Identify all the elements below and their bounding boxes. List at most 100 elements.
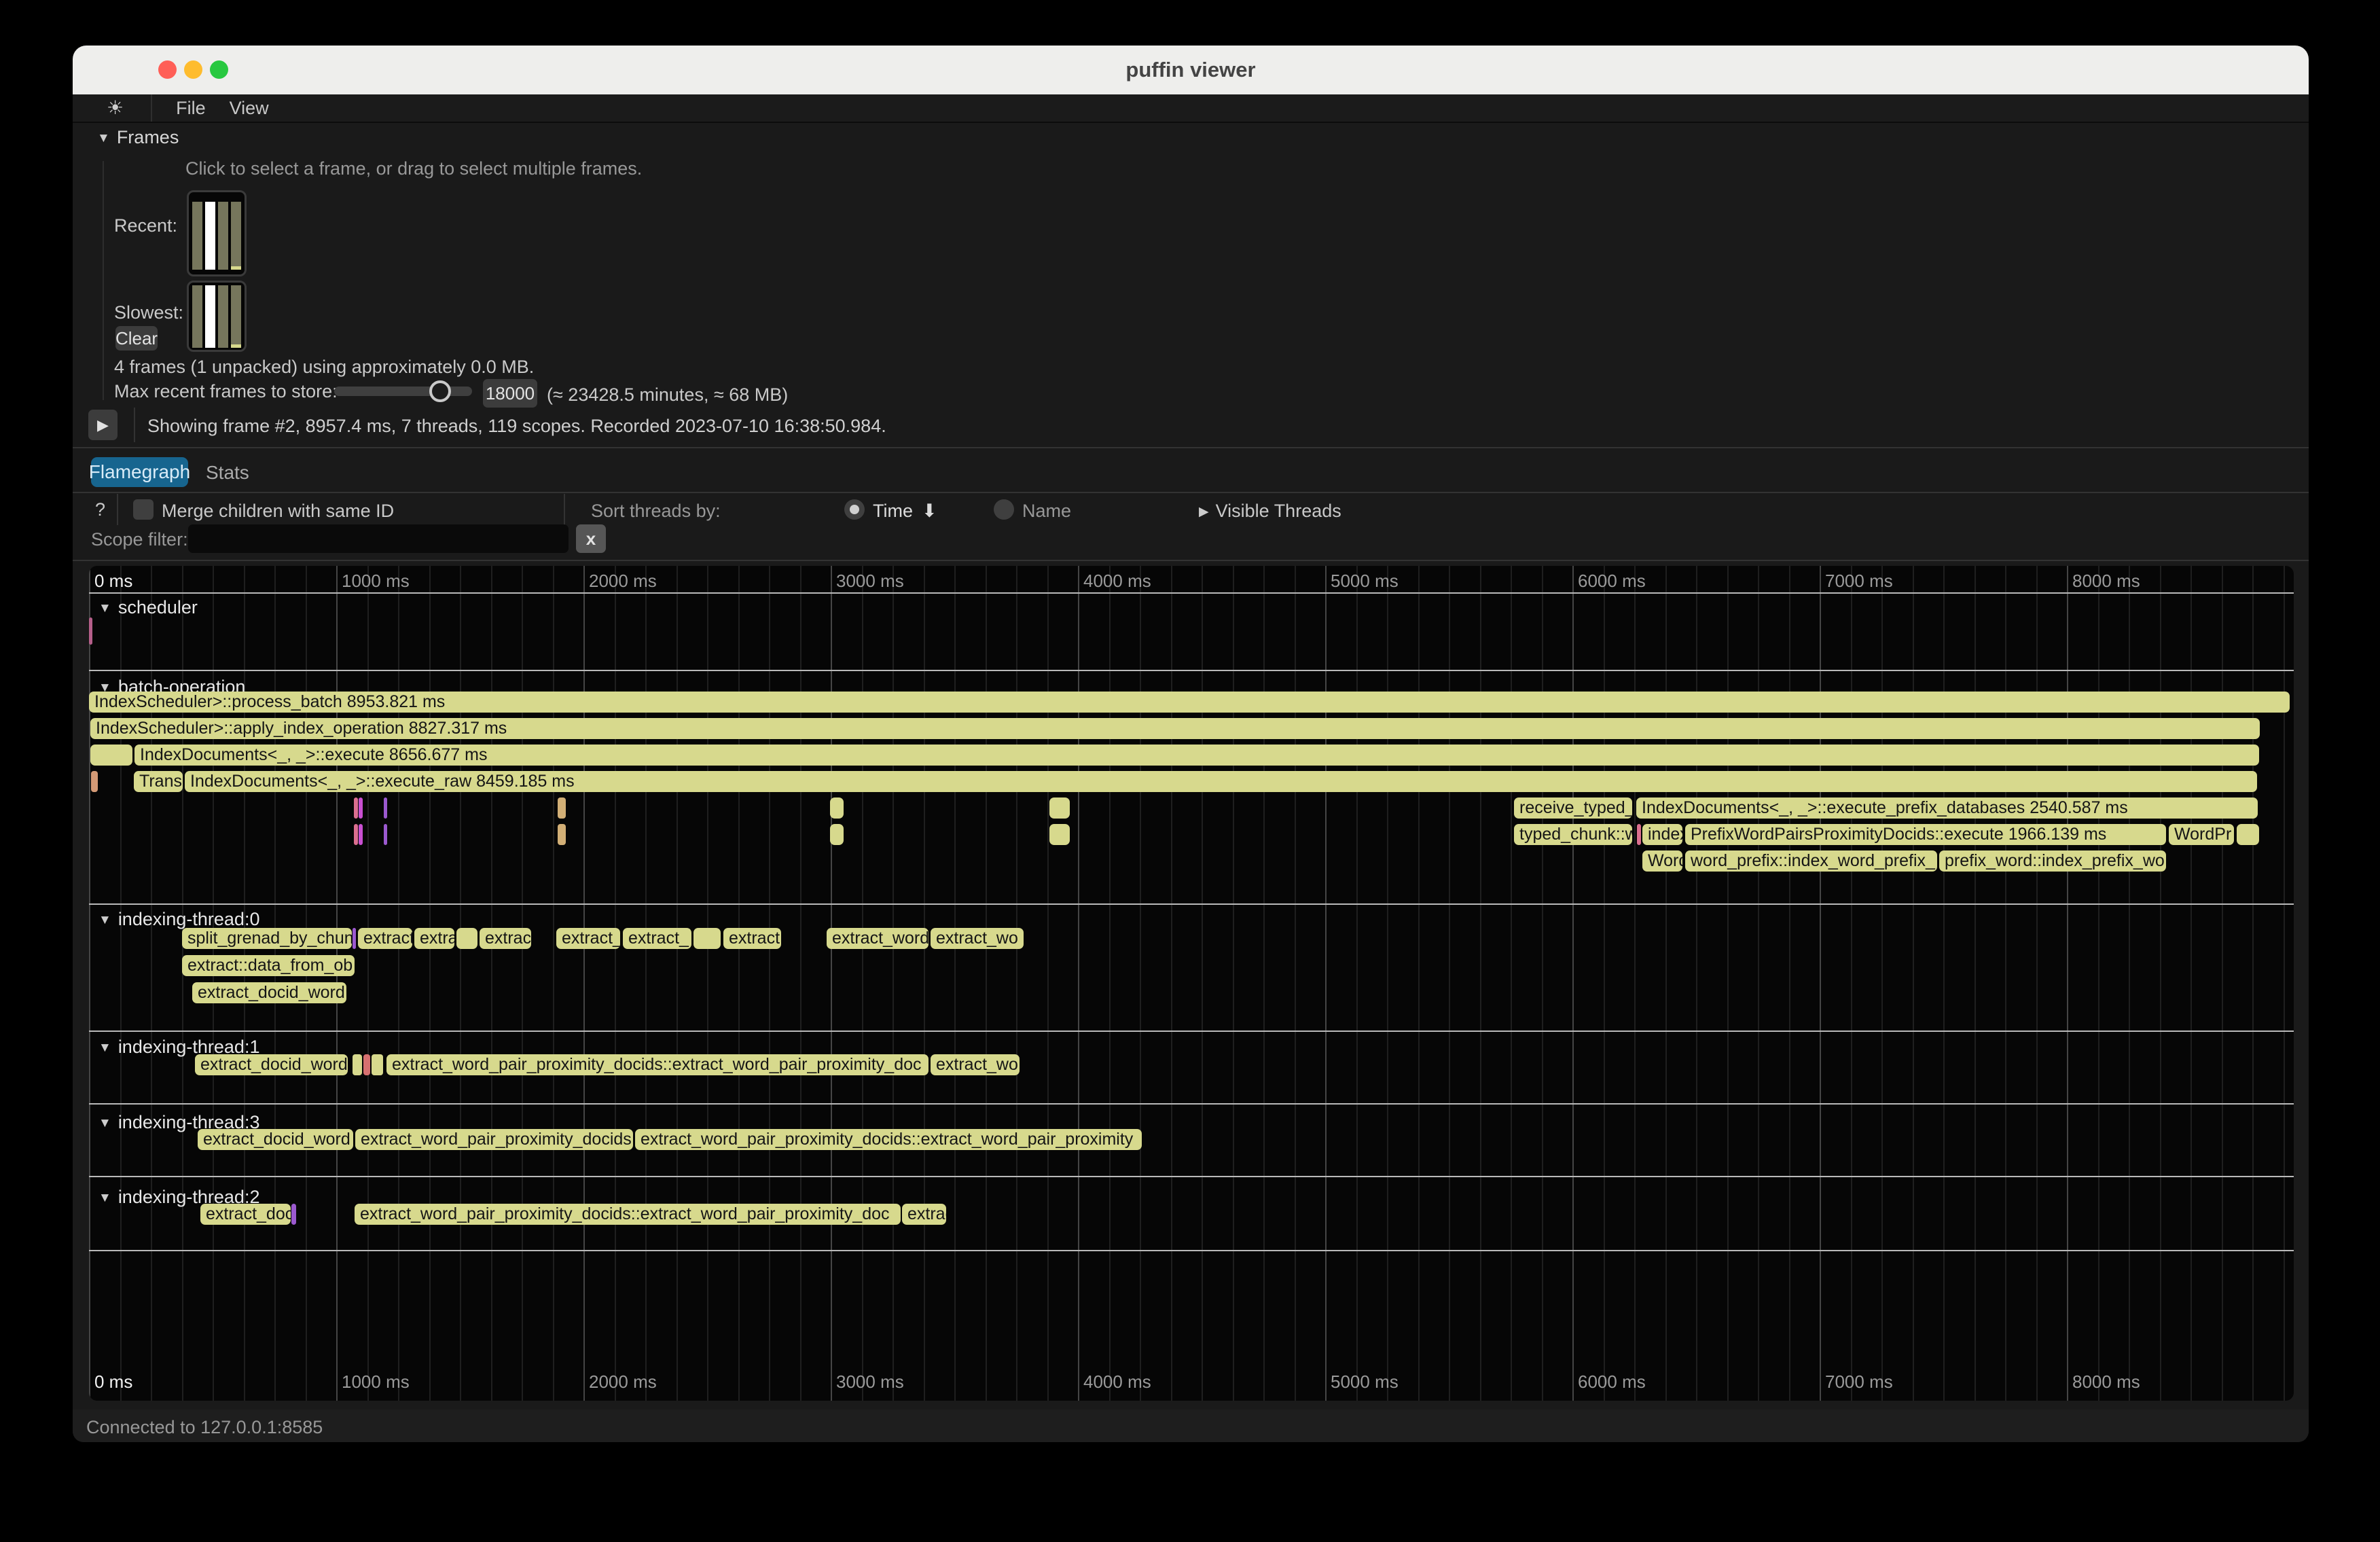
scope-bar[interactable] bbox=[384, 824, 387, 845]
thread-group-toggle-indexing-thread:0[interactable]: ▼indexing-thread:0 bbox=[98, 909, 259, 930]
sort-name-label[interactable]: Name bbox=[1022, 501, 1071, 522]
scope-bar[interactable]: extract bbox=[723, 928, 781, 949]
scope-bar[interactable] bbox=[291, 1204, 296, 1225]
scope-bar[interactable] bbox=[830, 824, 844, 845]
scope-bar[interactable]: extract bbox=[358, 928, 412, 949]
frames-collapsing-header[interactable]: ▼Frames bbox=[97, 127, 179, 148]
scope-bar[interactable]: extract_wo bbox=[931, 1054, 1020, 1075]
scope-bar[interactable] bbox=[830, 797, 844, 819]
scope-bar[interactable]: extract::data_from_ob bbox=[182, 955, 355, 976]
scope-bar[interactable]: Word bbox=[1642, 850, 1682, 872]
expanded-triangle-icon: ▼ bbox=[98, 913, 111, 927]
slowest-frames-thumbnail[interactable] bbox=[187, 281, 247, 352]
thread-group-separator bbox=[89, 1030, 2294, 1032]
expanded-triangle-icon: ▼ bbox=[98, 1191, 111, 1205]
scope-bar[interactable]: IndexDocuments<_, _>::execute_raw 8459.1… bbox=[185, 771, 2257, 792]
scope-bar[interactable]: extract_doc bbox=[200, 1204, 291, 1225]
scope-bar[interactable] bbox=[1049, 797, 1070, 819]
scope-bar[interactable] bbox=[1637, 824, 1641, 845]
scope-bar[interactable]: extract_word bbox=[827, 928, 928, 949]
scope-bar[interactable]: PrefixWordPairsProximityDocids::execute … bbox=[1685, 824, 2166, 845]
scope-bar[interactable]: word_prefix::index_word_prefix_ bbox=[1685, 850, 1937, 872]
scope-bar[interactable]: receive_typed_ bbox=[1514, 797, 1632, 819]
scope-bar[interactable]: extract_docid_word bbox=[192, 982, 346, 1003]
frames-hint: Click to select a frame, or drag to sele… bbox=[185, 158, 642, 179]
scope-bar[interactable] bbox=[384, 797, 387, 819]
scope-bar[interactable] bbox=[1049, 824, 1070, 845]
menu-view[interactable]: View bbox=[230, 98, 269, 119]
flamegraph-canvas[interactable]: 0 ms0 ms1000 ms1000 ms2000 ms2000 ms3000… bbox=[89, 566, 2294, 1401]
connection-status: Connected to 127.0.0.1:8585 bbox=[86, 1417, 323, 1438]
scope-bar[interactable]: WordPr bbox=[2169, 824, 2234, 845]
scope-bar[interactable] bbox=[353, 1054, 362, 1075]
scope-bar[interactable]: extract_word_pair_proximity_docids bbox=[355, 1129, 633, 1150]
visible-threads-header[interactable]: ▶Visible Threads bbox=[1199, 501, 1341, 522]
scope-bar[interactable]: extract_ bbox=[556, 928, 620, 949]
scope-bar[interactable]: split_grenad_by_chun bbox=[182, 928, 352, 949]
scope-bar[interactable]: index bbox=[1642, 824, 1682, 845]
axis-tick-label: 2000 ms bbox=[589, 1371, 657, 1393]
scope-bar[interactable] bbox=[363, 1054, 370, 1075]
scope-bar[interactable]: extract_word_pair_proximity_docids::extr… bbox=[386, 1054, 928, 1075]
scope-bar[interactable]: extra bbox=[414, 928, 454, 949]
scope-bar[interactable] bbox=[372, 1054, 383, 1075]
scope-bar[interactable]: prefix_word::index_prefix_wo bbox=[1939, 850, 2166, 872]
scope-bar[interactable] bbox=[89, 617, 92, 645]
scope-bar[interactable] bbox=[693, 928, 721, 949]
scope-bar[interactable] bbox=[354, 797, 358, 819]
sort-time-label[interactable]: Time bbox=[873, 501, 913, 522]
clear-filter-button[interactable]: x bbox=[576, 524, 606, 553]
max-frames-value[interactable]: 18000 bbox=[483, 379, 537, 408]
axis-tick-label: 0 ms bbox=[94, 1371, 132, 1393]
scope-bar[interactable] bbox=[558, 797, 566, 819]
scope-bar[interactable] bbox=[359, 824, 363, 845]
sort-threads-label: Sort threads by: bbox=[591, 501, 721, 522]
scope-bar[interactable] bbox=[558, 824, 566, 845]
max-frames-slider[interactable] bbox=[334, 387, 472, 396]
scope-bar[interactable]: IndexScheduler>::apply_index_operation 8… bbox=[90, 718, 2260, 739]
help-button[interactable]: ? bbox=[95, 499, 105, 520]
scope-bar[interactable]: IndexDocuments<_, _>::execute_prefix_dat… bbox=[1636, 797, 2258, 819]
scope-bar[interactable]: extract_word_pair_proximity_docids::extr… bbox=[355, 1204, 901, 1225]
axis-tick-label: 5000 ms bbox=[1331, 1371, 1399, 1393]
thread-group-separator bbox=[89, 1103, 2294, 1105]
play-button[interactable]: ▶ bbox=[88, 410, 118, 440]
thread-group-toggle-scheduler[interactable]: ▼scheduler bbox=[98, 597, 198, 618]
sort-time-radio[interactable] bbox=[844, 499, 865, 520]
recent-frames-thumbnail[interactable] bbox=[187, 190, 247, 276]
sort-name-radio[interactable] bbox=[994, 499, 1014, 520]
scope-bar[interactable]: extrac bbox=[480, 928, 531, 949]
scope-bar[interactable] bbox=[359, 797, 363, 819]
scope-bar[interactable]: IndexScheduler>::process_batch 8953.821 … bbox=[89, 692, 2290, 713]
merge-children-checkbox[interactable] bbox=[133, 499, 154, 520]
max-frames-estimate: (≈ 23428.5 minutes, ≈ 68 MB) bbox=[547, 384, 788, 406]
menu-file[interactable]: File bbox=[176, 98, 206, 119]
menu-divider bbox=[151, 94, 152, 122]
axis-tick-label: 8000 ms bbox=[2072, 1371, 2140, 1393]
scope-bar[interactable]: extract_word_pair_proximity_docids::extr… bbox=[635, 1129, 1142, 1150]
scope-bar[interactable] bbox=[353, 928, 356, 949]
scope-bar[interactable] bbox=[2237, 824, 2259, 845]
clear-frames-button[interactable]: Clear bbox=[115, 326, 158, 351]
scope-bar[interactable] bbox=[354, 824, 358, 845]
theme-toggle-icon[interactable]: ☀ bbox=[107, 94, 124, 122]
thread-group-separator bbox=[89, 670, 2294, 671]
thread-group-separator bbox=[89, 903, 2294, 905]
scope-bar[interactable]: extract_docid_word bbox=[198, 1129, 353, 1150]
scope-bar[interactable]: typed_chunk::w bbox=[1514, 824, 1632, 845]
scope-bar[interactable]: extract_wo bbox=[931, 928, 1024, 949]
tab-stats[interactable]: Stats bbox=[206, 462, 249, 484]
max-frames-label: Max recent frames to store: bbox=[114, 381, 338, 402]
scope-bar[interactable]: extract_ bbox=[623, 928, 691, 949]
scope-bar[interactable]: Trans bbox=[134, 771, 183, 792]
scope-bar[interactable]: extrac bbox=[902, 1204, 946, 1225]
scope-bar[interactable] bbox=[90, 745, 132, 766]
scope-bar[interactable] bbox=[91, 771, 98, 792]
max-frames-slider-handle[interactable] bbox=[429, 380, 451, 402]
axis-tick-label: 4000 ms bbox=[1083, 1371, 1151, 1393]
scope-bar[interactable] bbox=[456, 928, 477, 949]
scope-bar[interactable]: extract_docid_word bbox=[195, 1054, 348, 1075]
scope-bar[interactable]: IndexDocuments<_, _>::execute 8656.677 m… bbox=[134, 745, 2259, 766]
tab-flamegraph[interactable]: Flamegraph bbox=[91, 457, 188, 487]
scope-filter-input[interactable] bbox=[188, 524, 569, 553]
